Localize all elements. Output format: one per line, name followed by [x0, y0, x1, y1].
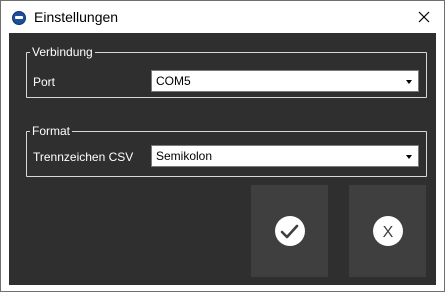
- settings-panel: Verbindung Port COM5 Format Trennzeichen…: [9, 33, 436, 285]
- checkmark-icon: [280, 224, 299, 239]
- connection-legend: Verbindung: [32, 45, 93, 59]
- port-select-value: COM5: [156, 74, 191, 88]
- port-label: Port: [33, 75, 56, 89]
- cancel-button[interactable]: X: [349, 185, 426, 277]
- separator-label: Trennzeichen CSV: [33, 150, 134, 164]
- format-legend: Format: [32, 124, 71, 138]
- window-title: Einstellungen: [34, 9, 119, 25]
- separator-select[interactable]: Semikolon: [151, 145, 419, 167]
- cancel-glyph: X: [383, 224, 394, 241]
- title-bar: Einstellungen: [1, 1, 444, 33]
- port-select[interactable]: COM5: [151, 70, 419, 92]
- close-button[interactable]: [404, 1, 444, 33]
- confirm-button[interactable]: [251, 185, 328, 277]
- close-icon: [418, 11, 430, 23]
- separator-select-value: Semikolon: [156, 149, 213, 163]
- x-icon: X: [383, 224, 394, 241]
- app-logo-icon: [12, 11, 26, 25]
- chevron-down-icon: [406, 80, 412, 84]
- chevron-down-icon: [406, 155, 412, 159]
- settings-dialog: Einstellungen Verbindung Port COM5 Forma…: [0, 0, 445, 292]
